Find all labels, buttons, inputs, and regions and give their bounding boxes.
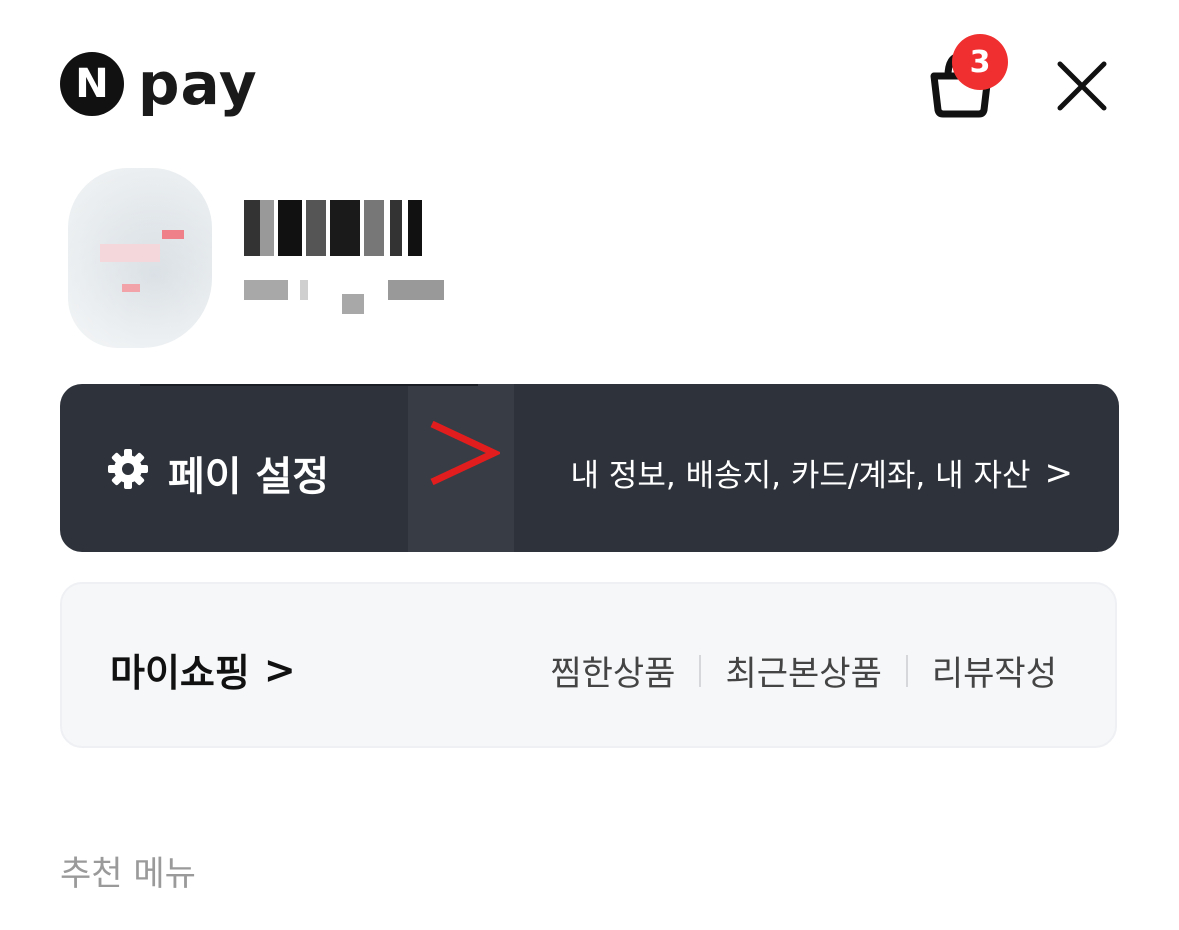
recommended-menu-heading: 추천 메뉴 (60, 854, 196, 894)
my-shopping-link[interactable]: 마이쇼핑 > (110, 642, 296, 697)
pay-settings-links-label: 내 정보, 배송지, 카드/계좌, 내 자산 (570, 458, 1031, 494)
annotation-bar (140, 384, 478, 386)
chevron-right-icon: > (1044, 452, 1074, 493)
profile-subtitle-redacted (244, 280, 444, 314)
logo-n-mark: N (60, 52, 124, 116)
profile-name-redacted (244, 200, 424, 256)
pay-settings-title: 페이 설정 (168, 454, 330, 500)
write-review-link[interactable]: 리뷰작성 (932, 646, 1057, 695)
profile-avatar[interactable] (68, 168, 212, 348)
pay-settings-card[interactable]: 페이 설정 내 정보, 배송지, 카드/계좌, 내 자산 > (60, 384, 1119, 552)
logo-text: pay (138, 50, 258, 118)
my-shopping-card: 마이쇼핑 > 찜한상품 최근본상품 리뷰작성 (60, 582, 1117, 748)
divider (699, 654, 702, 687)
divider (905, 654, 908, 687)
npay-logo: N pay (60, 52, 258, 116)
my-shopping-title: 마이쇼핑 (110, 651, 250, 695)
close-icon[interactable] (1056, 60, 1108, 112)
gear-icon (108, 449, 148, 489)
annotation-arrow-icon (430, 420, 500, 486)
pay-settings-links[interactable]: 내 정보, 배송지, 카드/계좌, 내 자산 > (570, 450, 1073, 495)
wishlist-link[interactable]: 찜한상품 (550, 646, 675, 695)
cart-count-badge: 3 (952, 34, 1008, 90)
chevron-right-icon: > (263, 647, 296, 692)
recently-viewed-link[interactable]: 최근본상품 (725, 646, 881, 695)
my-shopping-links: 찜한상품 최근본상품 리뷰작성 (550, 646, 1057, 695)
